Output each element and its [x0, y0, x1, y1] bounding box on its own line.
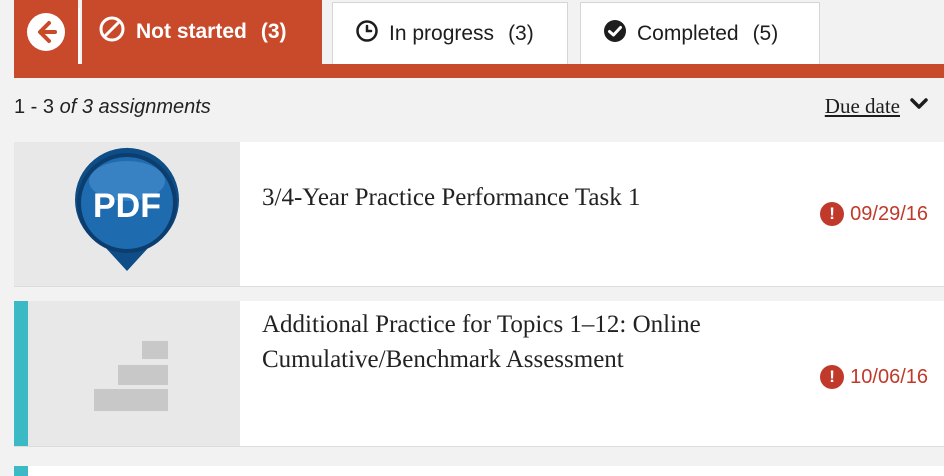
- assignment-total: of 3 assignments: [59, 96, 211, 118]
- assignment-thumbnail[interactable]: PDF: [14, 142, 240, 286]
- list-item[interactable]: [14, 466, 944, 476]
- tab-completed-label: Completed: [637, 21, 739, 45]
- tab-in-progress[interactable]: In progress (3): [332, 2, 568, 64]
- overdue-alert-icon: !: [820, 365, 845, 389]
- tab-underline: [14, 64, 944, 78]
- tab-in-progress-label: In progress: [389, 21, 495, 45]
- item-accent-bar: [14, 466, 28, 476]
- sort-label[interactable]: Due date: [825, 94, 900, 119]
- overdue-alert-icon: !: [820, 202, 845, 226]
- tab-not-started-count: (3): [260, 20, 287, 43]
- assignment-title[interactable]: 3/4-Year Practice Performance Task 1: [262, 180, 762, 215]
- list-item[interactable]: PDF 3/4-Year Practice Performance Task 1…: [14, 142, 944, 287]
- due-date-value: 10/06/16: [850, 365, 928, 388]
- tab-not-started[interactable]: Not started (3): [82, 0, 322, 64]
- tab-completed[interactable]: Completed (5): [580, 2, 820, 64]
- assessment-steps-icon: [94, 331, 174, 416]
- pdf-icon-label: PDF: [93, 187, 161, 225]
- due-date-value: 09/29/16: [850, 202, 928, 225]
- tab-in-progress-count: (3): [508, 21, 534, 45]
- back-button[interactable]: [14, 0, 78, 64]
- assignment-title[interactable]: Additional Practice for Topics 1–12: Onl…: [262, 307, 752, 377]
- sort-dropdown[interactable]: Due date: [825, 94, 928, 119]
- assignment-tabs: Not started (3) In progress (3) Complete…: [0, 0, 944, 78]
- tab-not-started-label: Not started: [136, 20, 247, 43]
- tab-divider: [78, 8, 80, 64]
- assignment-count: 1 - 3 of 3 assignments: [14, 96, 211, 119]
- due-date: ! 10/06/16: [820, 365, 928, 389]
- due-date: ! 09/29/16: [820, 202, 928, 226]
- check-circle-icon: [603, 19, 627, 49]
- item-accent-bar: [14, 301, 28, 446]
- back-arrow-icon[interactable]: [27, 13, 65, 51]
- not-started-icon: [98, 15, 126, 49]
- tab-completed-count: (5): [752, 21, 779, 45]
- chevron-down-icon[interactable]: [910, 97, 928, 116]
- clock-icon: [355, 19, 379, 49]
- assignment-range: 1 - 3: [14, 96, 55, 118]
- pdf-icon: PDF: [67, 147, 187, 282]
- list-item[interactable]: Additional Practice for Topics 1–12: Onl…: [14, 301, 944, 447]
- assignment-thumbnail[interactable]: [28, 301, 240, 446]
